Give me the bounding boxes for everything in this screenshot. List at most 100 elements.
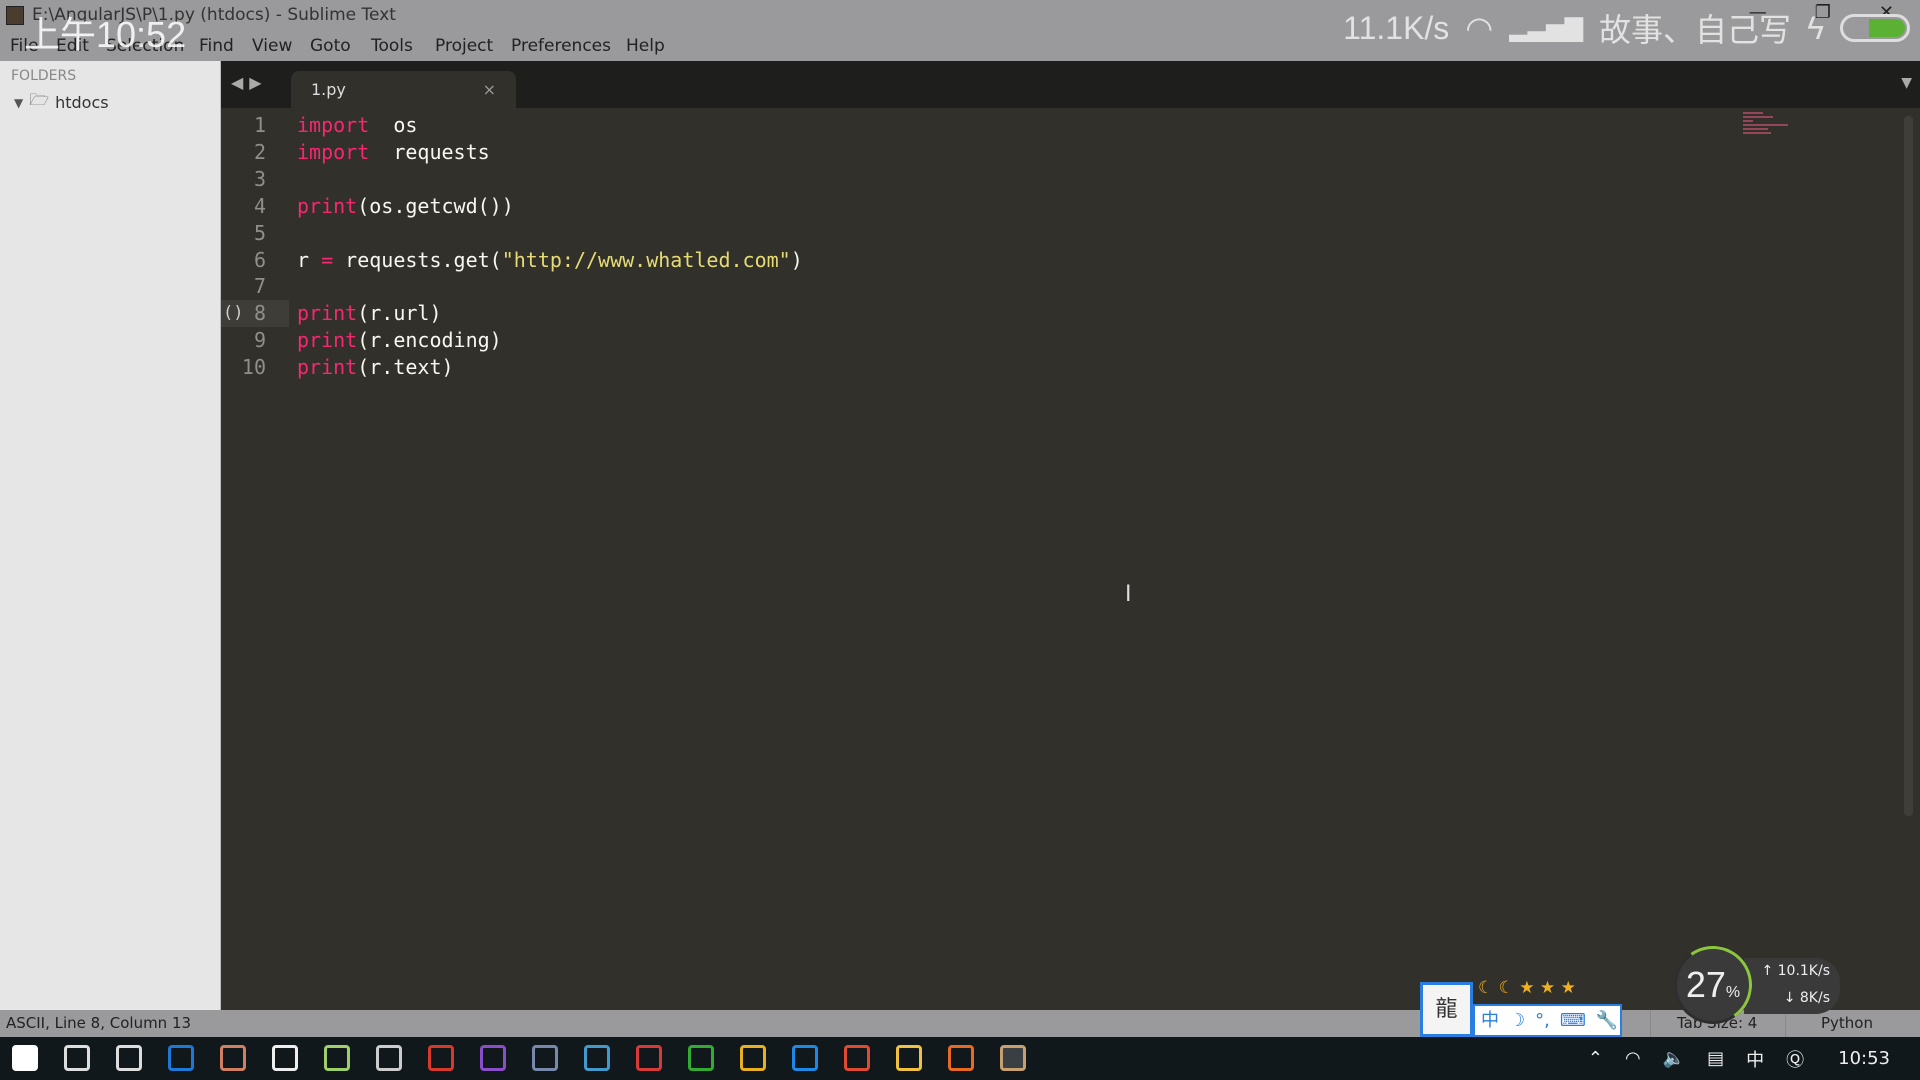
task-view-icon[interactable]: [116, 1045, 142, 1071]
taskbar-app-icon[interactable]: [428, 1045, 454, 1071]
system-tray: ⌃ ◠ 🔈 ▤ 中 Ⓠ 10:53: [1588, 1037, 1890, 1080]
code-token: ): [790, 247, 803, 272]
taskbar-app-icon[interactable]: [272, 1045, 298, 1071]
ime-bar-item[interactable]: ☽: [1509, 1006, 1525, 1035]
search-icon[interactable]: [64, 1045, 90, 1071]
code-token: import: [297, 139, 370, 164]
taskbar-app-icon[interactable]: [324, 1045, 350, 1071]
code-text: r = requests.get("http://www.whatled.com…: [297, 247, 803, 274]
phone-status-overlay: 11.1K/s ◠ ▂▃▅▇ 故事、自己写 ϟ: [1343, 6, 1910, 50]
ime-bar-item[interactable]: °,: [1535, 1006, 1550, 1035]
ime-level-icons: ☾ ☾ ★ ★ ★: [1478, 978, 1576, 998]
network-icon[interactable]: ◠: [1625, 1048, 1641, 1069]
line-number: 1: [253, 113, 266, 137]
qq-icon[interactable]: Ⓠ: [1786, 1046, 1804, 1072]
taskbar-app-icon[interactable]: [532, 1045, 558, 1071]
code-token: (r.encoding): [357, 328, 502, 353]
taskbar-app-icon[interactable]: [480, 1045, 506, 1071]
start-button[interactable]: [12, 1045, 38, 1071]
vertical-scrollbar[interactable]: [1904, 116, 1913, 816]
sublime-app-icon: [6, 6, 24, 25]
menu-project[interactable]: Project: [435, 31, 493, 61]
taskbar-app-icon[interactable]: [740, 1045, 766, 1071]
menu-view[interactable]: View: [252, 31, 292, 61]
taskbar-app-icon[interactable]: [948, 1045, 974, 1071]
code-line[interactable]: () 8 print(r.url): [221, 300, 1721, 328]
code-line[interactable]: 5: [221, 220, 1721, 247]
taskbar-app-icon[interactable]: [584, 1045, 610, 1071]
code-token: print: [297, 328, 358, 353]
ime-bar[interactable]: 中 ☽ °, ⌨ 🔧: [1473, 1004, 1622, 1037]
ime-toolbar[interactable]: 龍 ☾ ☾ ★ ★ ★ 中 ☽ °, ⌨ 🔧: [1420, 978, 1622, 1037]
ime-bar-item[interactable]: 🔧: [1596, 1006, 1618, 1035]
ime-bar-item[interactable]: 中: [1481, 1006, 1499, 1035]
tab-close-icon[interactable]: ×: [483, 71, 496, 108]
clock[interactable]: 10:53: [1838, 1048, 1890, 1069]
ime-indicator[interactable]: 中: [1746, 1046, 1764, 1072]
line-number: 9: [253, 328, 266, 353]
minimap[interactable]: [1743, 112, 1803, 142]
overlay-clock: 上午10:52: [24, 14, 187, 55]
volume-icon[interactable]: 🔈: [1663, 1048, 1685, 1069]
code-token: requests: [369, 139, 490, 164]
menu-help[interactable]: Help: [626, 31, 665, 61]
code-line[interactable]: 9 print(r.encoding): [221, 327, 1721, 354]
line-number: 4: [253, 193, 266, 218]
line-number: 6: [253, 247, 266, 272]
taskbar-app-icon[interactable]: [844, 1045, 870, 1071]
line-number: 7: [253, 274, 266, 299]
code-text: print(r.encoding): [297, 327, 502, 354]
code-line[interactable]: 2 import requests: [221, 139, 1721, 166]
disclosure-triangle-icon[interactable]: ▼: [14, 96, 23, 110]
tab-nav-arrows[interactable]: ◀▶: [231, 73, 268, 92]
code-token: r: [297, 247, 322, 272]
wifi-icon: ◠: [1465, 10, 1494, 46]
menu-find[interactable]: Find: [199, 31, 234, 61]
taskbar-app-icon[interactable]: [220, 1045, 246, 1071]
code-token: (r.url): [357, 301, 442, 326]
code-token: (os.getcwd()): [357, 193, 514, 218]
ime-logo: 龍: [1420, 982, 1473, 1037]
taskbar-app-icon[interactable]: [896, 1045, 922, 1071]
action-center-icon[interactable]: ▤: [1707, 1048, 1724, 1069]
battery-icon: [1840, 14, 1910, 42]
code-token: (r.text): [357, 355, 454, 380]
code-line[interactable]: 3: [221, 166, 1721, 193]
taskbar-app-icon[interactable]: [792, 1045, 818, 1071]
status-bar: ASCII, Line 8, Column 13 Tab Size: 4 Pyt…: [0, 1010, 1920, 1037]
taskbar-app-icon[interactable]: [636, 1045, 662, 1071]
code-line[interactable]: 7: [221, 273, 1721, 300]
folder-icon: 🗁: [29, 90, 50, 109]
taskbar-app-icon[interactable]: [688, 1045, 714, 1071]
menu-preferences[interactable]: Preferences: [511, 31, 611, 61]
menu-goto[interactable]: Goto: [310, 31, 351, 61]
line-number: 5: [253, 220, 266, 245]
taskbar: ⌃ ◠ 🔈 ▤ 中 Ⓠ 10:53: [0, 1037, 1920, 1080]
signal-icon: ▂▃▅▇: [1509, 14, 1584, 42]
sidebar: FOLDERS ▼ 🗁 htdocs: [0, 61, 221, 1010]
menu-tools[interactable]: Tools: [371, 31, 413, 61]
net-speed: 11.1K/s: [1343, 9, 1450, 46]
tab-bar: ◀▶ 1.py × ▼: [221, 61, 1920, 108]
code-line[interactable]: 1 import os: [221, 112, 1721, 139]
taskbar-app-icon[interactable]: [1000, 1045, 1026, 1071]
folder-htdocs[interactable]: ▼ 🗁 htdocs: [14, 89, 109, 116]
code-token: "http://www.whatled.com": [501, 247, 791, 272]
tab-label: 1.py: [311, 80, 346, 99]
code-line[interactable]: 4 print(os.getcwd()): [221, 193, 1721, 220]
taskbar-app-icon[interactable]: [376, 1045, 402, 1071]
line-number: 10: [241, 355, 266, 380]
tab-list-dropdown-icon[interactable]: ▼: [1901, 75, 1912, 91]
taskbar-app-icon[interactable]: [168, 1045, 194, 1071]
code-line[interactable]: 10 print(r.text): [221, 354, 1721, 381]
show-hidden-icons-chevron[interactable]: ⌃: [1588, 1048, 1603, 1069]
ime-bar-item[interactable]: ⌨: [1560, 1006, 1586, 1035]
code-token: import: [297, 113, 370, 137]
mouse-ibeam-cursor: I: [1125, 582, 1132, 607]
code-editor[interactable]: 1 import os 2 import requests 3 4 print(os.get…: [221, 108, 1920, 1010]
code-text: print(r.text): [297, 354, 454, 381]
tab-1-py[interactable]: 1.py ×: [291, 71, 516, 108]
code-text: print(r.url): [297, 300, 442, 327]
code-line[interactable]: 6 r = requests.get("http://www.whatled.co…: [221, 247, 1721, 274]
syntax-selector[interactable]: Python: [1785, 1010, 1920, 1037]
